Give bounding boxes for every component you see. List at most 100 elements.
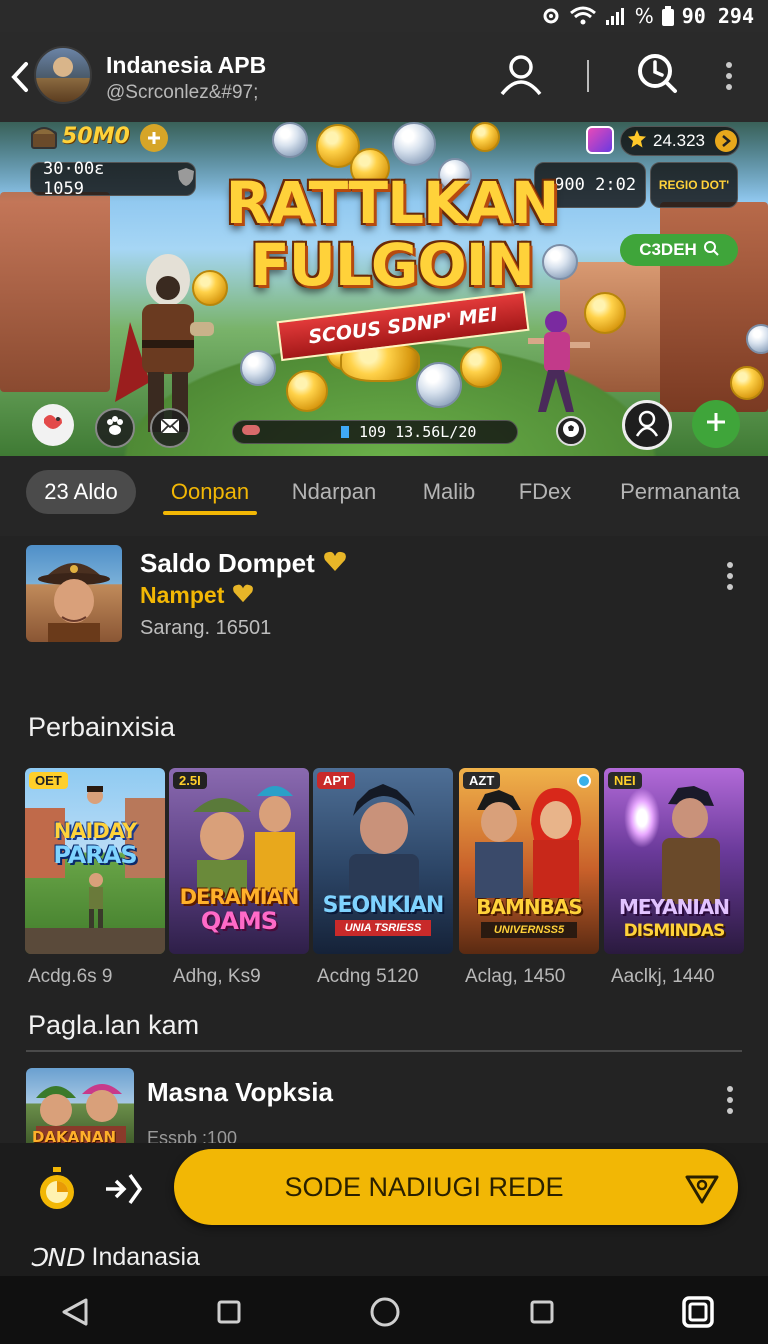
character-figure — [644, 784, 734, 908]
tab-23-aldo[interactable]: 23 Aldo — [26, 470, 136, 514]
game-badge: AZT — [463, 772, 501, 789]
wallet-subtitle: Nampet — [140, 582, 254, 609]
paw-button[interactable] — [95, 408, 135, 448]
banner-green-button[interactable]: C3DEH — [620, 234, 738, 266]
banner-left-chip[interactable]: 30·00ɛ 1059 — [30, 159, 196, 199]
nav-square-icon[interactable] — [217, 1300, 241, 1328]
add-button[interactable] — [692, 400, 740, 448]
list-section-title: Pagla.lan kam — [28, 1010, 200, 1040]
gold-heart-icon — [323, 548, 347, 579]
character-figure — [523, 784, 589, 902]
signal-icon — [605, 6, 627, 26]
game-card[interactable]: OET NAIDAY PARAS — [25, 768, 165, 954]
tab-malib[interactable]: Malib — [414, 470, 484, 514]
character-figure — [83, 786, 107, 820]
nav-back-icon[interactable] — [60, 1298, 90, 1330]
tab-fdex[interactable]: FDex — [512, 470, 578, 514]
user-icon — [498, 54, 544, 100]
tab-ndarpan[interactable]: Ndarpan — [284, 470, 384, 514]
battery-percent-label: % — [634, 4, 654, 28]
wifi-icon — [569, 6, 597, 26]
wallet-title: Saldo Dompet — [140, 548, 347, 579]
game-badge: OET — [29, 772, 68, 789]
heart-bird-button[interactable] — [32, 404, 74, 446]
primary-cta-button[interactable]: SODE NADIUGI REDE — [174, 1149, 738, 1225]
coin-icon — [392, 122, 436, 166]
header-divider — [587, 60, 589, 92]
channel-avatar[interactable] — [34, 46, 92, 104]
list-item-title: Masna Vopksia — [147, 1077, 333, 1107]
game-card[interactable]: APT SEONKIAN UNIA TSRIESS — [313, 768, 453, 954]
settings-gear-icon — [541, 6, 561, 26]
soccer-ball-button[interactable] — [556, 416, 586, 446]
clock-search-icon — [635, 51, 679, 99]
wallet-avatar[interactable] — [26, 545, 122, 642]
character-figure — [81, 872, 111, 936]
banner-title-line1: RATTLKAN — [225, 169, 560, 237]
wallet-meta: Sarang. 16501 — [140, 617, 272, 639]
list-item-more-icon[interactable] — [726, 1086, 734, 1114]
share-button[interactable] — [102, 1171, 146, 1207]
game-title-line1: SEONKIAN — [322, 893, 445, 918]
list-item-thumbnail[interactable]: DAKANAN — [26, 1068, 134, 1146]
bird-icon — [40, 411, 66, 439]
brand-logo: ƆND — [30, 1243, 86, 1272]
treasure-chest-icon — [30, 124, 58, 150]
score-arrow-icon — [715, 130, 737, 152]
game-title-line1: MEYANIAN — [618, 895, 730, 919]
star-icon — [627, 129, 647, 154]
history-button[interactable] — [634, 52, 680, 98]
tab-permananta[interactable]: Permananta — [608, 470, 752, 514]
game-title-line1: BAMNBAS — [476, 895, 583, 919]
shield-icon — [177, 167, 195, 192]
card-ground — [25, 928, 165, 954]
promo-banner[interactable]: 50M0 30·00ɛ 1059 24.323 :900 2:02 REGIO … — [0, 122, 768, 456]
coin-icon — [416, 362, 462, 408]
progress-text: 109 13.56L/20 — [359, 423, 477, 441]
add-coin-icon[interactable] — [140, 124, 168, 152]
game-title-line2: PARAS — [53, 841, 137, 869]
game-card[interactable]: AZT BAMNBAS UNIVERNSS5 — [459, 768, 599, 954]
battery-icon — [661, 6, 674, 26]
channel-title: Indanesia APB — [106, 52, 267, 78]
profile-button[interactable] — [496, 54, 546, 100]
status-time: 90 294 — [681, 4, 754, 28]
game-card[interactable]: 2.5I DERAMIAN QAMS — [169, 768, 309, 954]
section-divider — [26, 1050, 742, 1052]
coin-icon — [470, 122, 500, 152]
region-badge[interactable]: REGIO DOT' — [650, 162, 738, 208]
paw-icon — [104, 415, 126, 441]
gold-heart-icon — [232, 582, 254, 609]
game-title-line2: QAMS — [200, 907, 278, 935]
banner-left-chip-label: 30·00ɛ 1059 — [43, 159, 105, 199]
game-card[interactable]: NEI MEYANIAN DISMINDAS — [604, 768, 744, 954]
nav-home-icon[interactable] — [369, 1296, 401, 1332]
game-pad-icon — [241, 422, 261, 442]
search-icon — [703, 240, 719, 261]
category-tabs: 23 Aldo Oonpan Ndarpan Malib FDex Perman… — [0, 456, 768, 536]
status-icons: % 90 294 — [541, 4, 754, 28]
active-tab-underline — [163, 511, 257, 515]
character-button[interactable] — [622, 400, 672, 450]
character-figure — [469, 788, 529, 902]
wallet-subtitle-text: Nampet — [140, 582, 225, 608]
game-badge: NEI — [608, 772, 642, 789]
runner-hero-figure — [522, 308, 592, 418]
game-title-line2: DISMINDAS — [623, 921, 726, 941]
nav-split-screen-icon[interactable] — [682, 1296, 714, 1332]
back-arrow-icon[interactable] — [8, 60, 32, 94]
game-subtitle-banner: UNIA TSRIESS — [335, 920, 431, 936]
app-header: Indanesia APB @Scrconlez&#97; — [0, 32, 768, 122]
coin-timer-button[interactable] — [36, 1167, 78, 1211]
gift-icon[interactable] — [586, 126, 614, 154]
tab-oonpan[interactable]: Oonpan — [160, 470, 260, 514]
soccer-ball-icon — [561, 419, 581, 443]
score-chip[interactable]: 24.323 — [620, 126, 740, 156]
mail-button[interactable] — [150, 408, 190, 448]
coin-icon — [746, 324, 768, 354]
nav-recents-icon[interactable] — [530, 1300, 554, 1328]
wallet-more-icon[interactable] — [726, 562, 734, 590]
mail-icon — [160, 418, 180, 438]
more-options-icon[interactable] — [725, 62, 733, 90]
game-badge: 2.5I — [173, 772, 207, 789]
